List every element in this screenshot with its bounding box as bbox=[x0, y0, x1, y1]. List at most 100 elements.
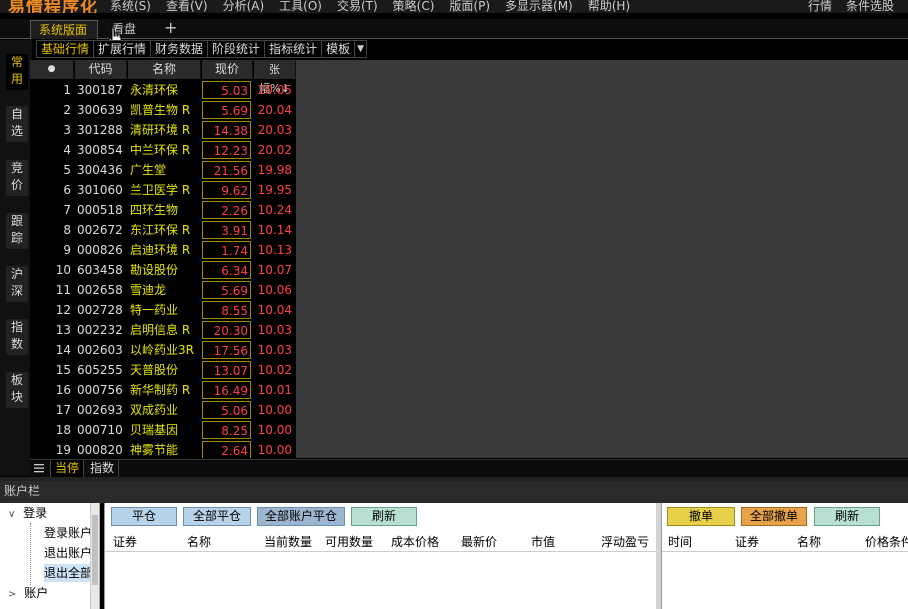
table-row[interactable]: 9 000826 启迪环境 R 1.74 10.13 bbox=[30, 240, 296, 260]
left-vertical-tabs: 常用 自选 竞价 跟踪 沪深 指数 板块 bbox=[0, 40, 32, 476]
table-row[interactable]: 2 300639 凯普生物 R 5.69 20.04 bbox=[30, 100, 296, 120]
tree-item-logout-account[interactable]: 退出账户 bbox=[44, 544, 92, 562]
menu-analysis[interactable]: 分析(A) bbox=[223, 0, 265, 13]
vtab-tracking[interactable]: 跟踪 bbox=[6, 213, 28, 249]
menu-tools[interactable]: 工具(O) bbox=[279, 0, 322, 13]
table-row[interactable]: 18 000710 贝瑞基因 8.25 10.00 bbox=[30, 420, 296, 440]
subtab-period-stats[interactable]: 阶段统计 bbox=[208, 40, 266, 58]
col-order-name[interactable]: 名称 bbox=[797, 533, 821, 551]
table-row[interactable]: 16 000756 新华制药 R 16.49 10.01 bbox=[30, 380, 296, 400]
quote-table: ● 代码 名称 现价 张幅%↓ 1 300187 永清环保 5.03 20.05 2 300… bbox=[30, 60, 296, 458]
table-row[interactable]: 13 002232 启明信息 R 20.30 10.03 bbox=[30, 320, 296, 340]
col-price-condition[interactable]: 价格条件 bbox=[865, 533, 908, 551]
subtab-financial-data[interactable]: 财务数据 bbox=[151, 40, 209, 58]
col-security[interactable]: 证券 bbox=[113, 533, 137, 551]
table-row[interactable]: 3 301288 清研环境 R 14.38 20.03 bbox=[30, 120, 296, 140]
menu-layout[interactable]: 版面(P) bbox=[449, 0, 490, 13]
vtab-sector[interactable]: 板块 bbox=[6, 372, 28, 408]
col-order-security[interactable]: 证券 bbox=[735, 533, 759, 551]
vtab-auction[interactable]: 竞价 bbox=[6, 160, 28, 196]
stock-name: 以岭药业3R bbox=[130, 343, 194, 357]
table-row[interactable]: 4 300854 中兰环保 R 12.23 20.02 bbox=[30, 140, 296, 160]
table-row[interactable]: 17 002693 双成药业 5.06 10.00 bbox=[30, 400, 296, 420]
header-change-pct[interactable]: 张幅%↓ bbox=[254, 60, 296, 95]
tree-group-account[interactable]: > 账户 bbox=[8, 584, 48, 602]
col-available-qty[interactable]: 可用数量 bbox=[325, 533, 373, 551]
row-index: 2 bbox=[63, 103, 71, 117]
vtab-sh-sz[interactable]: 沪深 bbox=[6, 266, 28, 302]
cancel-all-orders-button[interactable]: 全部撤单 bbox=[741, 507, 807, 526]
stock-code: 002232 bbox=[77, 323, 123, 337]
footer-tab-limit[interactable]: 当停 bbox=[50, 460, 85, 478]
table-row[interactable]: 6 301060 兰卫医学 R 9.62 19.95 bbox=[30, 180, 296, 200]
subtab-extended-quotes[interactable]: 扩展行情 bbox=[94, 40, 152, 58]
close-position-button[interactable]: 平仓 bbox=[111, 507, 177, 526]
current-price: 17.56 bbox=[202, 341, 251, 359]
subtab-basic-quotes[interactable]: 基础行情 bbox=[36, 40, 95, 58]
menu-trade[interactable]: 交易(T) bbox=[337, 0, 378, 13]
menu-multi-display[interactable]: 多显示器(M) bbox=[505, 0, 573, 13]
menu-system[interactable]: 系统(S) bbox=[110, 0, 151, 13]
change-percent: 10.00 bbox=[257, 403, 292, 417]
footer-tab-index[interactable]: 指数 bbox=[86, 460, 120, 478]
menu-view[interactable]: 查看(V) bbox=[166, 0, 208, 13]
header-name[interactable]: 名称 bbox=[128, 60, 201, 79]
col-name[interactable]: 名称 bbox=[187, 533, 211, 551]
current-price: 5.69 bbox=[202, 101, 251, 119]
menu-stock-screener[interactable]: 条件选股 bbox=[846, 0, 894, 13]
vtab-common[interactable]: 常用 bbox=[6, 54, 28, 90]
stock-code: 300436 bbox=[77, 163, 123, 177]
close-all-accounts-button[interactable]: 全部账户平仓 bbox=[257, 507, 345, 526]
cancel-order-button[interactable]: 撤单 bbox=[667, 507, 735, 526]
header-divider bbox=[662, 551, 908, 552]
close-all-positions-button[interactable]: 全部平仓 bbox=[183, 507, 251, 526]
subtab-indicator-stats[interactable]: 指标统计 bbox=[265, 40, 323, 58]
menu-strategy[interactable]: 策略(C) bbox=[393, 0, 435, 13]
col-floating-pnl[interactable]: 浮动盈亏 bbox=[601, 533, 649, 551]
row-index: 1 bbox=[63, 83, 71, 97]
vtab-watchlist[interactable]: 自选 bbox=[6, 106, 28, 142]
account-tree: ∨ 登录 登录账户 退出账户 退出全部 > 账户 bbox=[0, 503, 100, 609]
account-bar-title: 账户栏 bbox=[0, 481, 908, 503]
header-price[interactable]: 现价 bbox=[202, 60, 253, 79]
tree-item-login-account[interactable]: 登录账户 bbox=[44, 524, 92, 542]
col-cost-price[interactable]: 成本价格 bbox=[391, 533, 439, 551]
table-row[interactable]: 1 300187 永清环保 5.03 20.05 bbox=[30, 80, 296, 100]
header-dot-icon[interactable]: ● bbox=[30, 60, 74, 79]
table-row[interactable]: 7 000518 四环生物 2.26 10.24 bbox=[30, 200, 296, 220]
col-current-qty[interactable]: 当前数量 bbox=[264, 533, 312, 551]
menu-help[interactable]: 帮助(H) bbox=[588, 0, 630, 13]
stock-code: 300639 bbox=[77, 103, 123, 117]
table-row[interactable]: 11 002658 雪迪龙 5.69 10.06 bbox=[30, 280, 296, 300]
col-last-price[interactable]: 最新价 bbox=[461, 533, 497, 551]
row-index: 13 bbox=[55, 323, 71, 337]
expand-open-icon[interactable]: ∨ bbox=[8, 509, 15, 520]
header-code[interactable]: 代码 bbox=[75, 60, 127, 79]
menu-quotes[interactable]: 行情 bbox=[808, 0, 832, 13]
table-row[interactable]: 5 300436 广生堂 21.56 19.98 bbox=[30, 160, 296, 180]
add-tab-icon[interactable]: + bbox=[164, 18, 177, 37]
tree-scrollbar[interactable] bbox=[90, 503, 99, 609]
table-row[interactable]: 10 603458 勘设股份 6.34 10.07 bbox=[30, 260, 296, 280]
refresh-positions-button[interactable]: 刷新 bbox=[351, 507, 417, 526]
subtab-template[interactable]: 模板 bbox=[322, 40, 356, 58]
table-row[interactable]: 12 002728 特一药业 8.55 10.04 bbox=[30, 300, 296, 320]
tab-system-layout[interactable]: 系统版面 bbox=[30, 20, 98, 39]
col-time[interactable]: 时间 bbox=[668, 533, 692, 551]
scrollbar-thumb[interactable] bbox=[92, 515, 98, 585]
expand-closed-icon[interactable]: > bbox=[8, 589, 16, 600]
table-row[interactable]: 15 605255 天普股份 13.07 10.02 bbox=[30, 360, 296, 380]
tree-group-account-label: 账户 bbox=[24, 586, 49, 600]
menu-bar: 易情程序化 系统(S) 查看(V) 分析(A) 工具(O) 交易(T) 策略(C… bbox=[0, 0, 908, 13]
refresh-orders-button[interactable]: 刷新 bbox=[814, 507, 880, 526]
tree-group-login[interactable]: ∨ 登录 bbox=[8, 504, 47, 522]
menu-icon[interactable] bbox=[33, 462, 45, 474]
vtab-index[interactable]: 指数 bbox=[6, 319, 28, 355]
tab-label: 系统版面 bbox=[39, 23, 88, 37]
tree-item-logout-all[interactable]: 退出全部 bbox=[44, 564, 92, 582]
dropdown-arrow-icon[interactable]: ▼ bbox=[355, 40, 368, 58]
col-market-value[interactable]: 市值 bbox=[531, 533, 555, 551]
table-row[interactable]: 14 002603 以岭药业3R 17.56 10.03 bbox=[30, 340, 296, 360]
table-row[interactable]: 8 002672 东江环保 R 3.91 10.14 bbox=[30, 220, 296, 240]
table-row[interactable]: 19 000820 神雾节能 2.64 10.00 bbox=[30, 440, 296, 458]
